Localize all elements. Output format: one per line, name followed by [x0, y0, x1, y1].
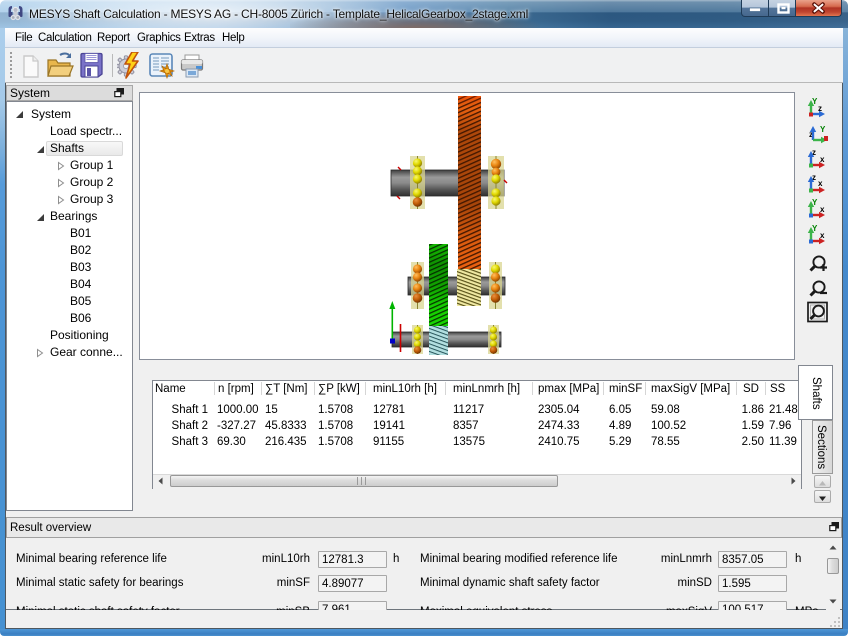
- svg-text:z: z: [818, 104, 822, 113]
- svg-text:Y: Y: [820, 125, 826, 134]
- svg-text:x: x: [818, 179, 823, 188]
- svg-text:x: x: [820, 205, 825, 214]
- svg-text:x: x: [820, 231, 825, 240]
- svg-text:x: x: [820, 155, 825, 164]
